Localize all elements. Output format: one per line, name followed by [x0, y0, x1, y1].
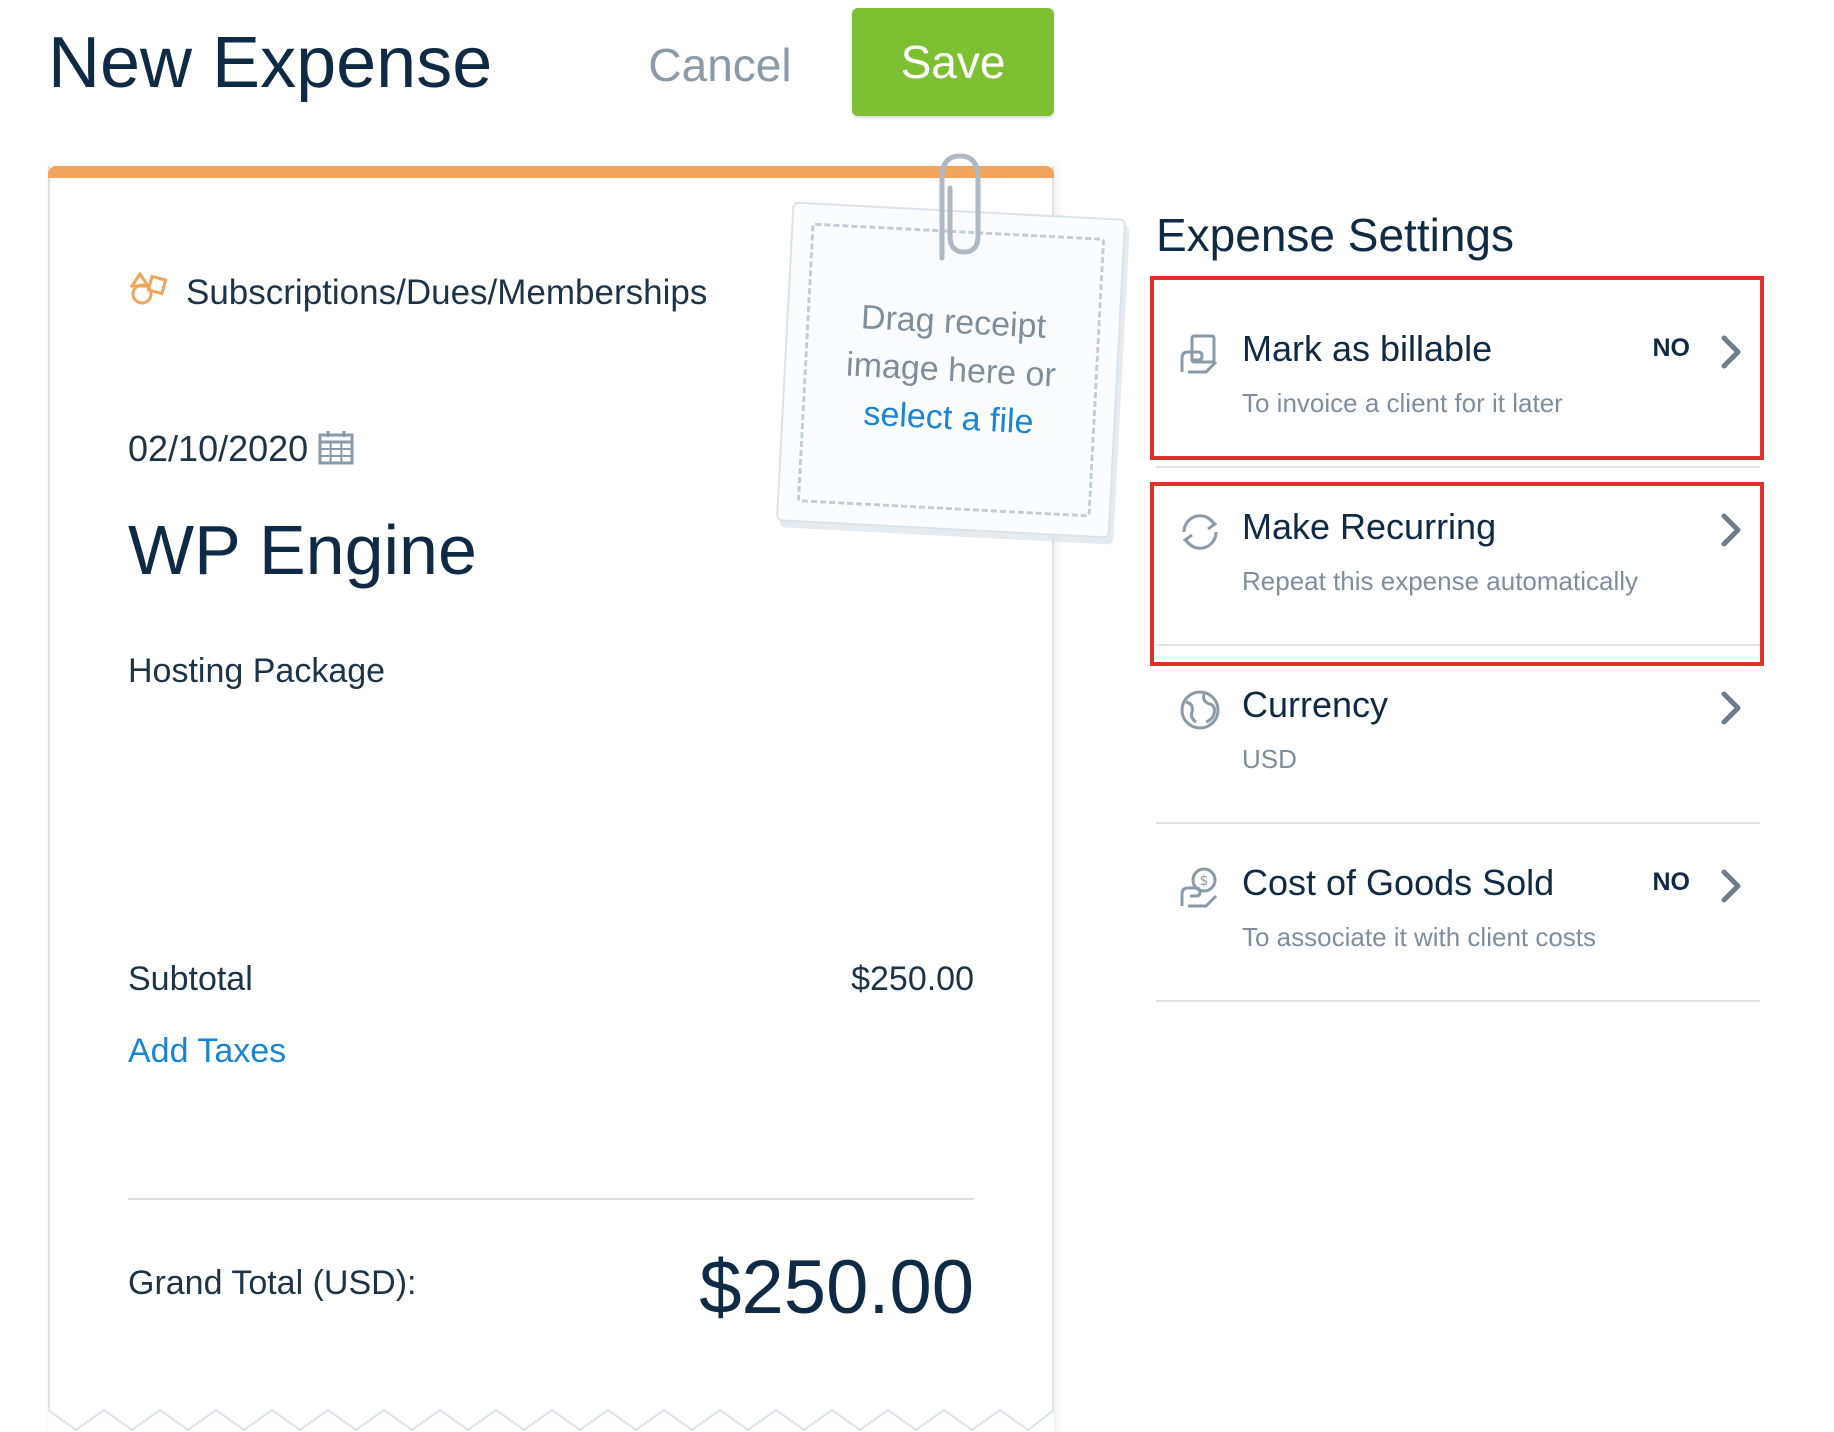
highlight-box-billable — [1150, 276, 1764, 460]
setting-subtitle: To associate it with client costs — [1242, 922, 1597, 952]
select-file-link[interactable]: select a file — [862, 390, 1035, 447]
category-label: Subscriptions/Dues/Memberships — [186, 272, 708, 312]
chevron-right-icon — [1721, 691, 1741, 725]
add-taxes-link[interactable]: Add Taxes — [128, 1032, 286, 1071]
cost-of-goods-icon: $ — [1180, 867, 1218, 908]
setting-label: Cost of Goods Sold — [1242, 862, 1555, 903]
receipt-torn-edge — [48, 1408, 1054, 1432]
receipt-divider — [128, 1198, 974, 1200]
expense-settings-title: Expense Settings — [1156, 209, 1515, 261]
receipt-top-accent — [48, 166, 1054, 178]
calendar-icon[interactable] — [318, 429, 354, 470]
grand-total-label: Grand Total (USD): — [128, 1264, 417, 1302]
svg-text:$: $ — [1200, 873, 1209, 889]
subtotal-label: Subtotal — [128, 960, 253, 998]
setting-currency[interactable]: Currency USD — [1156, 646, 1760, 824]
highlight-box-recurring — [1150, 482, 1764, 666]
expense-date[interactable]: 02/10/2020 — [128, 428, 354, 470]
cancel-button[interactable]: Cancel — [640, 30, 800, 100]
setting-divider — [1156, 1000, 1760, 1002]
globe-icon — [1180, 690, 1220, 730]
subtotal-value[interactable]: $250.00 — [740, 960, 974, 999]
page-title: New Expense — [48, 23, 493, 103]
expense-description[interactable]: Hosting Package — [128, 652, 385, 691]
expense-category[interactable]: Subscriptions/Dues/Memberships — [129, 271, 708, 313]
vendor-name[interactable]: WP Engine — [128, 510, 477, 590]
date-value: 02/10/2020 — [128, 428, 309, 469]
category-shapes-icon — [129, 271, 170, 313]
save-button[interactable]: Save — [852, 8, 1054, 116]
setting-label: Currency — [1242, 684, 1389, 725]
setting-subtitle: USD — [1242, 744, 1297, 774]
grand-total-value: $250.00 — [699, 1245, 974, 1330]
chevron-right-icon — [1721, 869, 1741, 903]
paperclip-icon — [939, 153, 981, 261]
setting-status-badge: NO — [1652, 868, 1691, 896]
setting-cost-of-goods-sold[interactable]: $ Cost of Goods Sold To associate it wit… — [1156, 824, 1760, 1002]
